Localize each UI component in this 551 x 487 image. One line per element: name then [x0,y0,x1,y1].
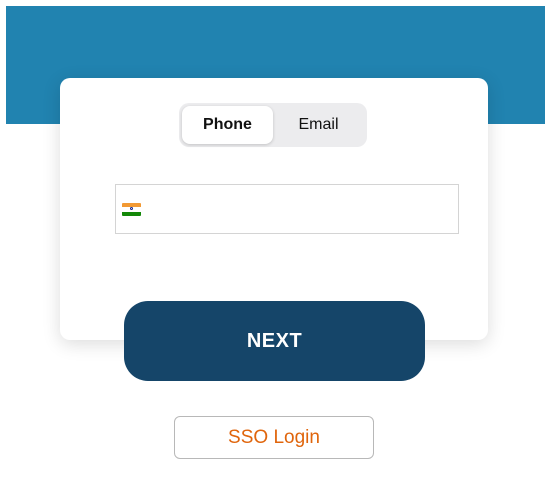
tab-phone[interactable]: Phone [182,106,273,144]
phone-field[interactable] [115,184,459,234]
phone-input[interactable] [158,193,448,225]
login-method-toggle[interactable]: Phone Email [179,103,367,147]
next-button[interactable]: NEXT [124,301,425,381]
sso-login-button[interactable]: SSO Login [174,416,374,459]
tab-email[interactable]: Email [273,106,364,144]
india-flag-icon[interactable] [122,203,141,216]
